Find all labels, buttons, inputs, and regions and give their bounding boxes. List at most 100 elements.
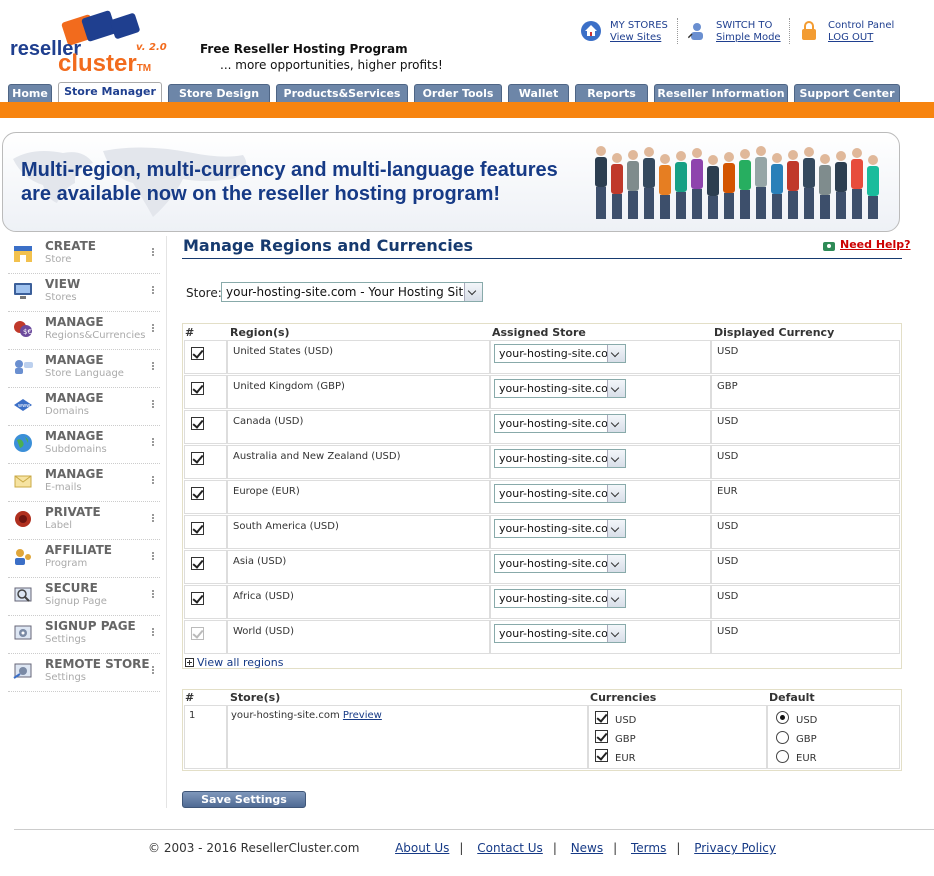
person-body	[691, 159, 703, 189]
chevron-right-icon	[152, 438, 156, 446]
sidebar-item-regions-currencies[interactable]: $€ MANAGE Regions&Currencies	[8, 312, 160, 350]
help-icon[interactable]	[822, 240, 836, 252]
region-checkbox[interactable]	[191, 382, 204, 395]
currency-checkbox-gbp[interactable]	[595, 730, 608, 743]
chevron-down-icon	[607, 380, 625, 397]
chevron-down-icon	[607, 625, 625, 642]
sidebar-item-secure-signup[interactable]: SECURE Signup Page	[8, 578, 160, 616]
view-sites-link[interactable]: View Sites	[610, 32, 661, 43]
region-checkbox[interactable]	[191, 452, 204, 465]
people-crowd-image	[595, 146, 879, 219]
tab-reseller-information[interactable]: Reseller Information	[654, 84, 788, 102]
monitor-icon	[14, 283, 32, 299]
need-help-link[interactable]: Need Help?	[840, 238, 911, 251]
region-store-select[interactable]: your-hosting-site.com	[494, 414, 626, 433]
currency-checkbox-usd[interactable]	[595, 711, 608, 724]
sidebar-item-create-store[interactable]: CREATE Store	[8, 236, 160, 274]
footer-link-terms[interactable]: Terms	[631, 841, 666, 855]
regions-header-store: Assigned Store	[492, 326, 586, 339]
sidebar-item-private-label[interactable]: PRIVATE Label	[8, 502, 160, 540]
tab-store-manager[interactable]: Store Manager	[58, 82, 162, 102]
region-checkbox[interactable]	[191, 522, 204, 535]
sidebar-item-store-language[interactable]: MANAGE Store Language	[8, 350, 160, 388]
banner-line-1: Multi-region, multi-currency and multi-l…	[21, 159, 558, 181]
store-select[interactable]: your-hosting-site.com - Your Hosting Sit…	[221, 282, 483, 302]
region-checkbox[interactable]	[191, 592, 204, 605]
person-head	[676, 151, 686, 161]
person-body	[819, 165, 831, 195]
person-head	[724, 152, 734, 162]
user-switch-icon	[687, 23, 703, 40]
region-checkbox[interactable]	[191, 347, 204, 360]
region-store-select[interactable]: your-hosting-site.com	[494, 519, 626, 538]
save-settings-button[interactable]: Save Settings	[182, 791, 306, 808]
chevron-down-icon	[607, 520, 625, 537]
region-checkbox[interactable]	[191, 557, 204, 570]
region-store-select[interactable]: your-hosting-site.com	[494, 589, 626, 608]
store-row-num: 1	[189, 710, 196, 721]
currency-checkbox-eur[interactable]	[595, 749, 608, 762]
person-body	[707, 166, 719, 196]
view-all-regions-link[interactable]: View all regions	[185, 656, 283, 669]
region-store-select[interactable]: your-hosting-site.com	[494, 624, 626, 643]
control-panel-link[interactable]: Control Panel LOG OUT	[798, 18, 898, 48]
signup-settings-icon	[14, 625, 32, 640]
region-checkbox[interactable]	[191, 417, 204, 430]
globe-icon	[14, 434, 32, 452]
person-legs	[676, 192, 686, 219]
person-head	[852, 148, 862, 158]
person-legs	[852, 189, 862, 219]
region-store-select[interactable]: your-hosting-site.com	[494, 554, 626, 573]
store-label: Store:	[186, 286, 222, 300]
region-currency: USD	[717, 626, 739, 637]
region-cell-currency	[711, 515, 900, 549]
sidebar-item-view-stores[interactable]: VIEW Stores	[8, 274, 160, 312]
chevron-right-icon	[152, 248, 156, 256]
default-radio-gbp[interactable]	[776, 731, 789, 744]
logo-word-cluster: clusterTM	[58, 50, 152, 77]
person-legs	[596, 187, 606, 219]
region-cell-currency	[711, 410, 900, 444]
tab-reports[interactable]: Reports	[575, 84, 648, 102]
my-stores-link[interactable]: MY STORES View Sites	[580, 18, 676, 48]
region-store-select[interactable]: your-hosting-site.com	[494, 344, 626, 363]
person-head	[868, 155, 878, 165]
region-name: United States (USD)	[233, 346, 334, 357]
simple-mode-link[interactable]: Simple Mode	[716, 32, 781, 43]
title-divider	[182, 258, 902, 259]
preview-link[interactable]: Preview	[343, 710, 382, 721]
footer-link-about[interactable]: About Us	[395, 841, 449, 855]
region-store-select[interactable]: your-hosting-site.com	[494, 379, 626, 398]
person-head	[836, 151, 846, 161]
sidebar-item-domains[interactable]: www MANAGE Domains	[8, 388, 160, 426]
region-checkbox[interactable]	[191, 487, 204, 500]
person-legs	[612, 194, 622, 219]
region-cell-currency	[711, 585, 900, 619]
switch-mode-link[interactable]: SWITCH TO Simple Mode	[686, 18, 786, 48]
sidebar-item-affiliate-program[interactable]: AFFILIATE Program	[8, 540, 160, 578]
reseller-cluster-logo[interactable]: reseller clusterTM v. 2.0	[8, 9, 168, 77]
region-store-select[interactable]: your-hosting-site.com	[494, 449, 626, 468]
footer-link-news[interactable]: News	[571, 841, 603, 855]
tab-products-services[interactable]: Products&Services	[276, 84, 408, 102]
sidebar-item-remote-store-settings[interactable]: REMOTE STORE Settings	[8, 654, 160, 692]
tab-order-tools[interactable]: Order Tools	[414, 84, 502, 102]
tab-home[interactable]: Home	[8, 84, 52, 102]
tab-support-center[interactable]: Support Center	[794, 84, 900, 102]
footer-link-contact[interactable]: Contact Us	[477, 841, 543, 855]
tab-store-design[interactable]: Store Design	[168, 84, 270, 102]
footer-link-privacy[interactable]: Privacy Policy	[694, 841, 776, 855]
person-body	[723, 163, 735, 193]
logout-link[interactable]: LOG OUT	[828, 32, 873, 43]
person-legs	[708, 196, 718, 219]
tab-wallet[interactable]: Wallet	[508, 84, 569, 102]
stores-header-currencies: Currencies	[590, 691, 657, 704]
sidebar-item-subdomains[interactable]: MANAGE Subdomains	[8, 426, 160, 464]
default-radio-eur[interactable]	[776, 750, 789, 763]
sidebar-item-signup-page-settings[interactable]: SIGNUP PAGE Settings	[8, 616, 160, 654]
sidebar-item-emails[interactable]: MANAGE E-mails	[8, 464, 160, 502]
region-store-select[interactable]: your-hosting-site.com	[494, 484, 626, 503]
currency-label-eur: EUR	[615, 753, 636, 764]
label-icon	[15, 511, 31, 527]
default-radio-usd[interactable]	[776, 711, 789, 724]
